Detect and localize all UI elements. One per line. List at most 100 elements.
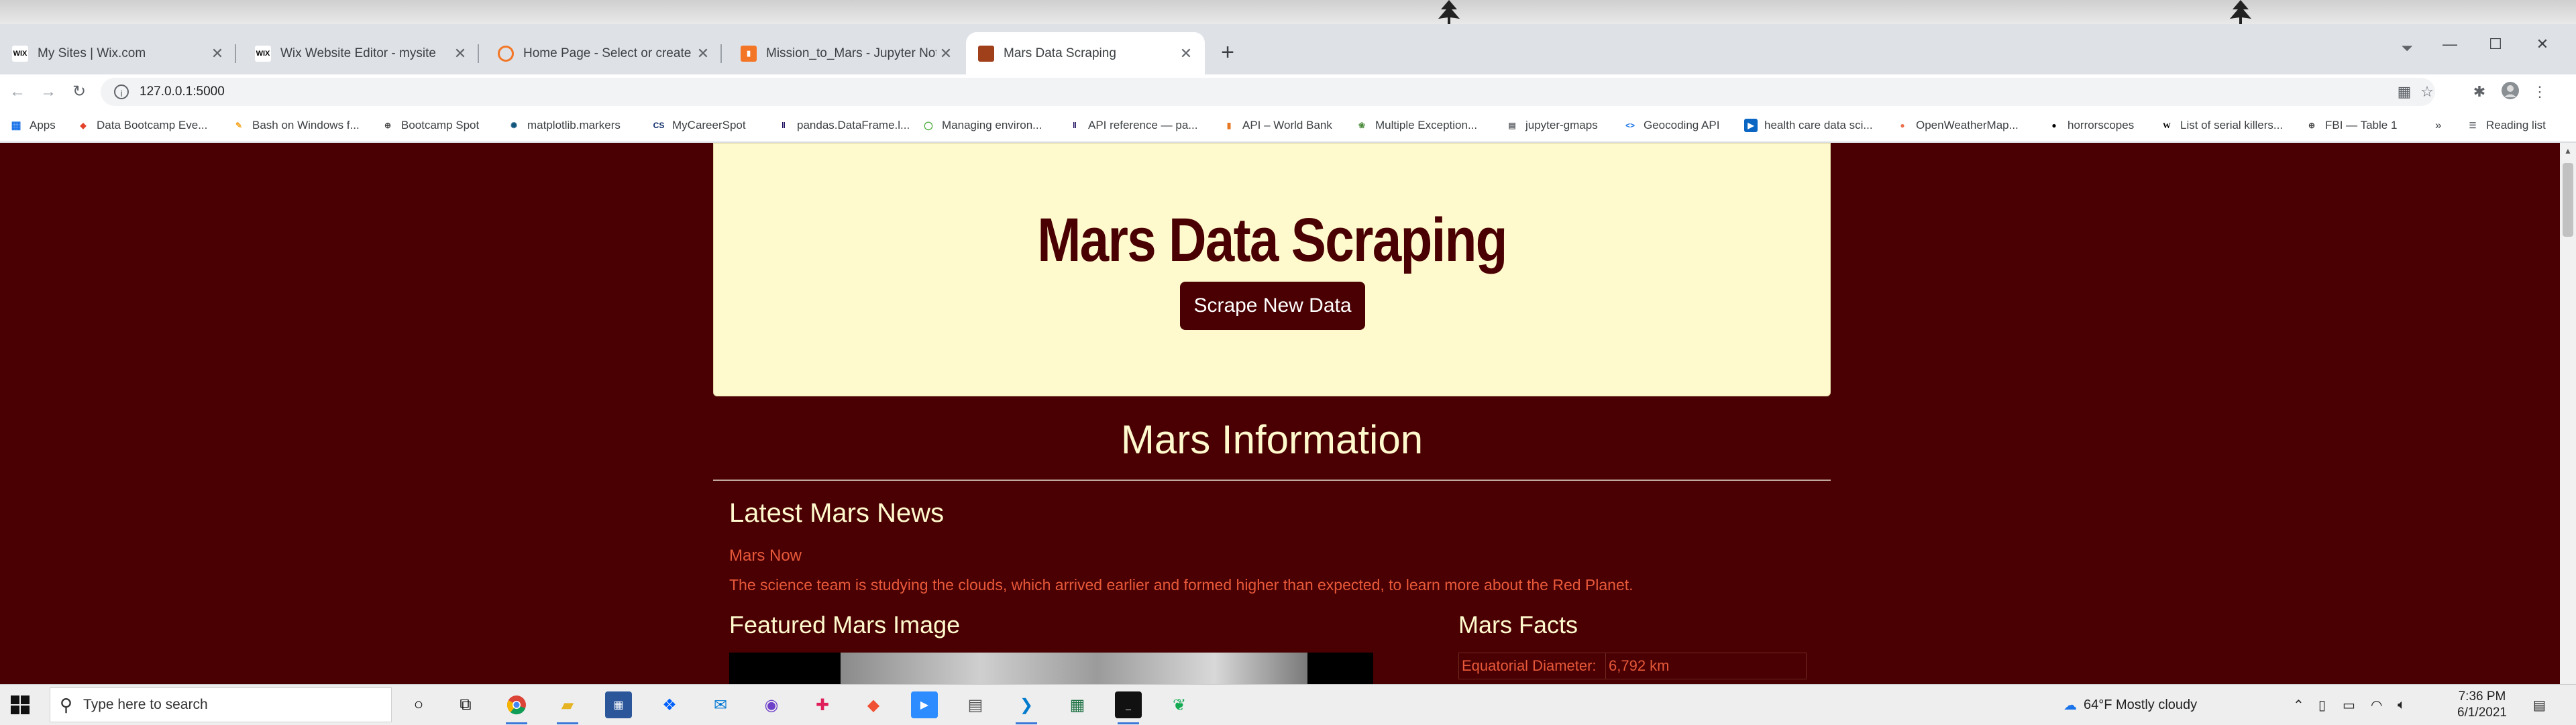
weather-widget[interactable]: ☁ 64°F Mostly cloudy: [2063, 685, 2197, 725]
bookmark-item[interactable]: ǁ API reference — pa...: [1068, 116, 1197, 135]
show-hidden-icons-chevron-icon[interactable]: ⌃: [2293, 685, 2304, 725]
qr-code-icon[interactable]: ▦: [2396, 84, 2412, 100]
mongodb-icon[interactable]: ❦: [1166, 691, 1193, 718]
excel-icon[interactable]: ▦: [1064, 691, 1091, 718]
tab-close-icon[interactable]: ✕: [208, 45, 227, 62]
exception-icon: ❀: [1358, 121, 1366, 130]
bookmark-label: Data Bootcamp Eve...: [97, 119, 208, 131]
windows-taskbar: ⚲ Type here to search ○ ⧉ ▰ ▦ ❖ ✉ ◉ ✚ ◆ …: [0, 684, 2576, 725]
tray-device-icon[interactable]: ▯: [2318, 685, 2326, 725]
calculator-icon[interactable]: ▦: [605, 691, 632, 718]
clock-date: 6/1/2021: [2457, 706, 2507, 720]
volume-icon[interactable]: 🔈︎: [2398, 685, 2406, 725]
tab-close-icon[interactable]: ✕: [451, 45, 470, 62]
tab-title: Wix Website Editor - mysite: [280, 46, 436, 60]
tab-close-icon[interactable]: ✕: [694, 45, 712, 62]
bookmark-label: Multiple Exception...: [1375, 119, 1478, 131]
bookmark-label: matplotlib.markers: [527, 119, 621, 131]
new-tab-button[interactable]: +: [1214, 39, 1241, 66]
github-icon: ●: [2051, 121, 2057, 130]
page-scrollbar[interactable]: ▲: [2560, 143, 2576, 684]
bookmark-star-icon[interactable]: ☆: [2419, 84, 2435, 100]
taskbar-clock[interactable]: 7:36 PM 6/1/2021: [2442, 689, 2522, 721]
tab-strip: WIX My Sites | Wix.com ✕ WIX Wix Website…: [0, 24, 2576, 74]
bookmark-item[interactable]: ❀ Multiple Exception...: [1355, 116, 1477, 135]
cortana-icon[interactable]: ○: [405, 691, 432, 718]
slack-icon[interactable]: ✚: [809, 691, 836, 718]
tab-close-icon[interactable]: ✕: [936, 45, 955, 62]
reload-icon[interactable]: ↻: [66, 78, 93, 105]
close-window-button[interactable]: ✕: [2522, 31, 2563, 58]
pandas-icon: ǁ: [1073, 121, 1077, 130]
bookmark-item[interactable]: ◆ Data Bootcamp Eve...: [76, 116, 207, 135]
battery-icon[interactable]: ▭: [2343, 685, 2355, 725]
taskbar-search-box[interactable]: ⚲ Type here to search: [50, 687, 392, 722]
bookmark-item[interactable]: CS MyCareerSpot: [652, 116, 746, 135]
chrome-icon[interactable]: [503, 691, 530, 724]
reading-list-button[interactable]: ☰ Reading list: [2466, 116, 2546, 135]
forward-icon[interactable]: →: [35, 78, 62, 105]
vscode-icon[interactable]: ❯: [1013, 691, 1040, 724]
task-view-icon[interactable]: ⧉: [452, 691, 479, 718]
bookmark-item[interactable]: ● OpenWeatherMap...: [1896, 116, 2018, 135]
maximize-button[interactable]: ☐: [2475, 31, 2516, 58]
more-bookmarks-chevron-icon[interactable]: »: [2435, 116, 2441, 135]
bookmark-item[interactable]: ▤ jupyter-gmaps: [1505, 116, 1597, 135]
bookmark-item[interactable]: ✺ matplotlib.markers: [507, 116, 621, 135]
network-drive-icon[interactable]: ▤: [962, 691, 989, 718]
wifi-icon[interactable]: ◠: [2371, 685, 2382, 725]
video-icon: ▶: [1744, 119, 1758, 132]
bookmark-item[interactable]: ▮ API – World Bank: [1222, 116, 1332, 135]
file-explorer-icon[interactable]: ▰: [554, 691, 581, 724]
bookmark-item[interactable]: ǁ pandas.DataFrame.l...: [777, 116, 910, 135]
tab-mars-data-scraping[interactable]: Mars Data Scraping ✕: [966, 32, 1205, 74]
tab-close-icon[interactable]: ✕: [1177, 45, 1195, 62]
bookmark-label: Geocoding API: [1644, 119, 1720, 131]
minimize-button[interactable]: —: [2430, 31, 2470, 58]
gitlab-icon: ◆: [80, 121, 87, 130]
tab-mission-to-mars[interactable]: ▮ Mission_to_Mars - Jupyter Notebo ✕: [729, 32, 965, 74]
terminal-icon[interactable]: _: [1115, 691, 1142, 724]
profile-avatar[interactable]: [2500, 81, 2521, 103]
site-info-icon[interactable]: i: [114, 85, 129, 99]
notifications-icon[interactable]: ▤: [2533, 685, 2546, 725]
bookmark-label: List of serial killers...: [2180, 119, 2284, 131]
github-desktop-icon[interactable]: ◉: [758, 691, 785, 718]
world-bank-icon: ▮: [1226, 121, 1232, 130]
wix-icon: WIX: [12, 45, 28, 62]
pandas-icon: ǁ: [782, 121, 786, 130]
scroll-thumb[interactable]: [2563, 163, 2573, 237]
scroll-up-arrow-icon[interactable]: ▲: [2560, 143, 2576, 159]
bookmark-item[interactable]: <> Geocoding API: [1623, 116, 1719, 135]
search-placeholder: Type here to search: [83, 697, 208, 712]
extensions-puzzle-icon[interactable]: ✱: [2469, 81, 2490, 103]
bookmark-item[interactable]: ⊕ Bootcamp Spot: [381, 116, 479, 135]
bookmark-item[interactable]: ▶ health care data sci...: [1744, 116, 1873, 135]
mail-icon[interactable]: ✉: [707, 691, 734, 718]
bookmark-item[interactable]: ◯ Managing environ...: [922, 116, 1042, 135]
scrape-new-data-button[interactable]: Scrape New Data: [1180, 282, 1365, 330]
profile-dropdown-icon[interactable]: ⏷: [2396, 38, 2418, 59]
bookmark-label: FBI — Table 1: [2325, 119, 2398, 131]
windows-start-icon[interactable]: [9, 694, 31, 716]
desktop-background: [0, 0, 2576, 24]
dropbox-icon[interactable]: ❖: [656, 691, 683, 718]
git-icon[interactable]: ◆: [860, 691, 887, 718]
address-bar[interactable]: i 127.0.0.1:5000 ▦ ☆: [101, 78, 2435, 106]
tab-wix-editor[interactable]: WIX Wix Website Editor - mysite ✕: [243, 32, 479, 74]
bookmark-apps[interactable]: ▦ Apps: [9, 116, 55, 135]
bookmark-item[interactable]: ● horrorscopes: [2047, 116, 2134, 135]
bookmark-item[interactable]: ✎ Bash on Windows f...: [232, 116, 360, 135]
mycareerspot-icon: CS: [653, 121, 665, 130]
tab-my-sites[interactable]: WIX My Sites | Wix.com ✕: [0, 32, 236, 74]
tab-title: My Sites | Wix.com: [38, 46, 146, 60]
zoom-icon[interactable]: ▶: [911, 691, 938, 718]
menu-kebab-icon[interactable]: ⋮: [2529, 81, 2551, 103]
tree-silhouette: [1429, 0, 1469, 24]
bookmark-item[interactable]: ⊕ FBI — Table 1: [2305, 116, 2397, 135]
tab-home-page[interactable]: Home Page - Select or create a n ✕: [486, 32, 722, 74]
bookmark-item[interactable]: W List of serial killers...: [2160, 116, 2283, 135]
table-row: Equatorial Diameter: 6,792 km: [1458, 653, 1807, 679]
wikipedia-icon: W: [2163, 120, 2171, 130]
back-icon[interactable]: ←: [4, 78, 31, 105]
